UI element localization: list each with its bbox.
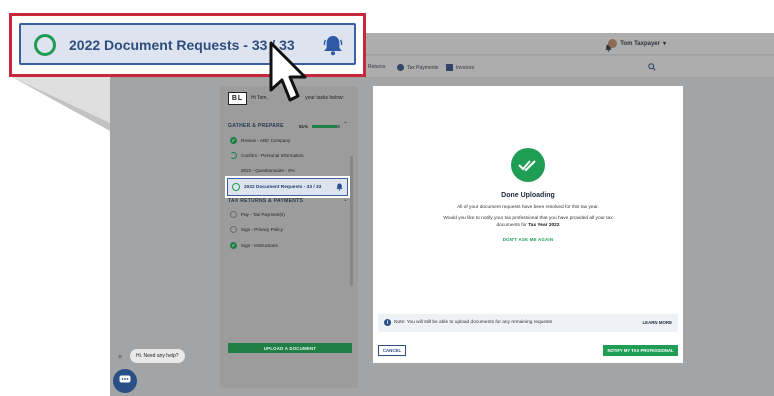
modal-message: All of your document requests have been … <box>457 205 599 210</box>
learn-more-link[interactable]: LEARN MORE <box>642 320 672 325</box>
upload-document-button[interactable]: UPLOAD A DOCUMENT <box>228 343 352 353</box>
note-text: Note: You will still be able to upload d… <box>394 320 553 325</box>
progress-bar <box>312 125 340 128</box>
task-questionnaire[interactable]: 2022 - Questionnaire - 0% <box>230 168 295 173</box>
empty-circle-icon <box>230 211 237 218</box>
check-icon: ✓ <box>230 137 237 144</box>
ring-icon <box>232 183 240 191</box>
modal-question-cont: documents for Tax Year 2022 <box>373 223 683 228</box>
task-label: 2022 - Questionnaire - 0% <box>241 168 295 173</box>
task-label: Sign - Instructions <box>241 243 278 248</box>
notify-tax-professional-button[interactable]: NOTIFY MY TAX PROFESSIONAL <box>603 345 678 356</box>
empty-circle-icon <box>230 226 237 233</box>
task-privacy-policy[interactable]: Sign - Privacy Policy <box>230 226 283 233</box>
greeting-text: Hi Tom, <box>251 95 268 101</box>
task-sidebar: BL Hi Tom, your tasks below: GATHER & PR… <box>220 86 358 388</box>
done-uploading-modal: Done Uploading All of your document requ… <box>373 86 683 363</box>
info-icon: i <box>384 319 391 326</box>
mouse-cursor-icon <box>268 40 310 111</box>
task-label: Review - ABC Company <box>241 138 291 143</box>
zoom-callout: 2022 Document Requests - 33 / 33 <box>9 13 366 77</box>
bell-icon <box>323 34 343 61</box>
greeting-suffix: your tasks below: <box>305 95 344 101</box>
modal-title: Done Uploading <box>501 192 555 199</box>
task-review-abc[interactable]: ✓ Review - ABC Company <box>230 137 290 144</box>
info-note: i Note: You will still be able to upload… <box>378 314 678 332</box>
task-pay-tax[interactable]: Pay - Tax Payment(s) <box>230 211 285 218</box>
chevron-down-icon[interactable]: ⌄ <box>343 196 348 203</box>
chat-button[interactable] <box>113 369 137 393</box>
section-gather-prepare[interactable]: GATHER & PREPARE <box>228 123 284 129</box>
task-label: Sign - Privacy Policy <box>241 227 283 232</box>
cancel-button[interactable]: CANCEL <box>378 345 406 356</box>
task-label: Pay - Tax Payment(s) <box>241 212 285 217</box>
bell-icon <box>336 183 343 193</box>
check-icon: ✓ <box>230 242 237 249</box>
chat-close-icon[interactable]: × <box>118 354 122 361</box>
dont-ask-again-link[interactable]: DON'T ASK ME AGAIN <box>373 237 683 242</box>
callout-label: 2022 Document Requests - 33 / 33 <box>69 37 295 53</box>
tax-year: Tax Year 2022 <box>528 223 560 228</box>
task-confirm-personal[interactable]: Confirm - Personal Information <box>230 152 304 159</box>
task-label: Confirm - Personal Information <box>241 153 304 158</box>
task-document-requests[interactable]: 2022 Document Requests - 33 / 33 <box>227 178 348 196</box>
chat-greeting[interactable]: Hi. Need any help? <box>130 349 185 363</box>
firm-logo: BL <box>228 92 247 105</box>
screenshot-stage: Tom Taxpayer ▾ Returns Tax Payments Invo… <box>0 0 774 396</box>
partial-progress-icon <box>230 152 237 159</box>
modal-question: Would you like to notify your tax profes… <box>443 216 613 221</box>
chevron-up-icon[interactable]: ⌃ <box>343 121 348 128</box>
ring-icon <box>34 34 56 56</box>
task-instructions[interactable]: ✓ Sign - Instructions <box>230 242 278 249</box>
progress-percent: 91% <box>299 124 309 129</box>
task-label: 2022 Document Requests - 33 / 33 <box>244 184 322 190</box>
sidebar-scrollbar[interactable] <box>350 156 353 286</box>
modal-question-prefix: documents for <box>496 223 527 228</box>
double-check-icon <box>511 148 545 182</box>
section-tax-returns[interactable]: TAX RETURNS & PAYMENTS <box>228 198 303 204</box>
progress-fill <box>312 125 338 128</box>
chat-icon <box>119 372 131 390</box>
